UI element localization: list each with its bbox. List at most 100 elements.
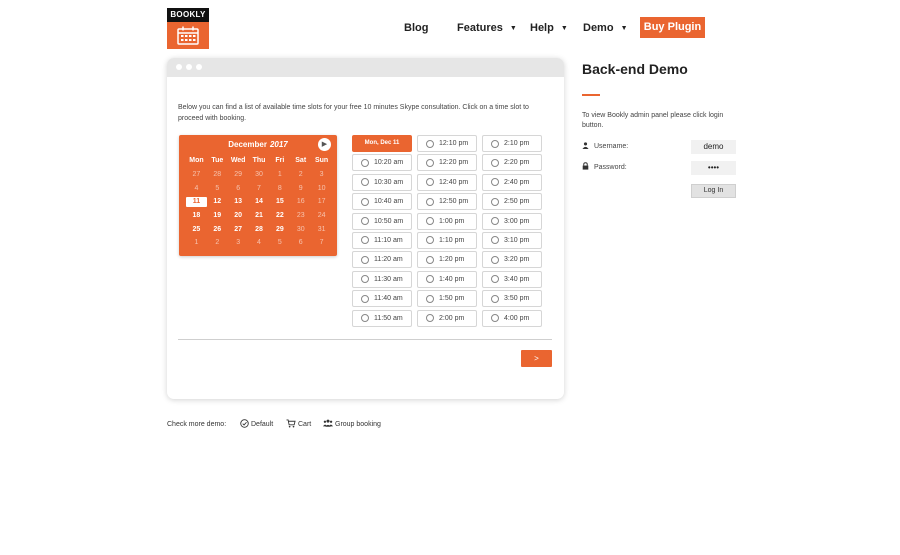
time-slot[interactable]: 2:00 pm <box>417 309 477 327</box>
calendar-day[interactable]: 1 <box>186 238 207 248</box>
calendar-day[interactable]: 13 <box>228 197 249 207</box>
calendar-day[interactable]: 21 <box>249 211 270 221</box>
calendar-day[interactable]: 29 <box>269 225 290 235</box>
calendar-day[interactable]: 31 <box>311 225 332 235</box>
time-slot[interactable]: 12:20 pm <box>417 154 477 172</box>
time-slot[interactable]: 3:00 pm <box>482 212 542 230</box>
next-step-button[interactable]: > <box>521 350 552 367</box>
calendar-day[interactable]: 5 <box>207 184 228 194</box>
window-dot-icon <box>176 64 182 70</box>
calendar-day[interactable]: 27 <box>186 170 207 180</box>
calendar-day[interactable]: 30 <box>249 170 270 180</box>
login-button[interactable]: Log In <box>691 184 736 198</box>
calendar-day[interactable]: 16 <box>290 197 311 207</box>
time-slot[interactable]: 12:50 pm <box>417 193 477 211</box>
calendar-day[interactable]: 2 <box>207 238 228 248</box>
calendar-day[interactable]: 10 <box>311 184 332 194</box>
demo-default-link[interactable]: Default <box>240 418 273 431</box>
time-slot[interactable]: 2:40 pm <box>482 173 542 191</box>
time-slot[interactable]: 2:10 pm <box>482 135 542 152</box>
calendar-day[interactable]: 27 <box>228 225 249 235</box>
calendar-day[interactable]: 15 <box>269 197 290 207</box>
calendar-day[interactable]: 14 <box>249 197 270 207</box>
calendar-day[interactable]: 28 <box>207 170 228 180</box>
calendar-day[interactable]: 25 <box>186 225 207 235</box>
calendar-day[interactable]: 5 <box>269 238 290 248</box>
calendar-day[interactable]: 28 <box>249 225 270 235</box>
time-slot-label: 3:50 pm <box>504 295 530 303</box>
calendar-day[interactable]: 12 <box>207 197 228 207</box>
time-slot[interactable]: 10:50 am <box>352 212 412 230</box>
time-slot[interactable]: 10:30 am <box>352 173 412 191</box>
calendar-day[interactable]: 19 <box>207 211 228 221</box>
time-slot[interactable]: 11:10 am <box>352 231 412 249</box>
calendar-day[interactable]: 20 <box>228 211 249 221</box>
time-slot-label: 2:20 pm <box>504 159 530 167</box>
nav-demo[interactable]: Demo ▼ <box>583 20 628 36</box>
demo-cart-link[interactable]: Cart <box>286 419 311 431</box>
slot-day-header: Mon, Dec 11 <box>352 135 412 152</box>
time-slot[interactable]: 4:00 pm <box>482 309 542 327</box>
backend-demo-title: Back-end Demo <box>582 61 688 77</box>
time-slot[interactable]: 11:20 am <box>352 251 412 269</box>
calendar-day[interactable]: 6 <box>228 184 249 194</box>
time-slot[interactable]: 3:10 pm <box>482 231 542 249</box>
time-slot[interactable]: 10:20 am <box>352 154 412 172</box>
time-slot[interactable]: 1:20 pm <box>417 251 477 269</box>
calendar-day[interactable]: 7 <box>311 238 332 248</box>
user-icon <box>582 142 589 149</box>
calendar-day[interactable]: 30 <box>290 225 311 235</box>
calendar-day[interactable]: 22 <box>269 211 290 221</box>
nav-blog[interactable]: Blog <box>404 20 428 36</box>
calendar-day[interactable]: 17 <box>311 197 332 207</box>
time-slot[interactable]: 1:50 pm <box>417 290 477 308</box>
time-slot[interactable]: 3:20 pm <box>482 251 542 269</box>
calendar-day[interactable]: 2 <box>290 170 311 180</box>
calendar-day[interactable]: 4 <box>249 238 270 248</box>
password-field[interactable]: •••• <box>691 161 736 175</box>
time-slot[interactable]: 1:00 pm <box>417 212 477 230</box>
calendar-day[interactable]: 23 <box>290 211 311 221</box>
time-slot[interactable]: 11:30 am <box>352 270 412 288</box>
time-slot[interactable]: 12:40 pm <box>417 173 477 191</box>
calendar-day[interactable]: 7 <box>249 184 270 194</box>
time-slot[interactable]: 3:40 pm <box>482 270 542 288</box>
time-slot[interactable]: 11:40 am <box>352 290 412 308</box>
time-slot[interactable]: 12:10 pm <box>417 135 477 152</box>
calendar-day[interactable]: 6 <box>290 238 311 248</box>
time-slot[interactable]: 10:40 am <box>352 193 412 211</box>
nav-features[interactable]: Features ▼ <box>457 20 517 36</box>
time-slot[interactable]: 1:10 pm <box>417 231 477 249</box>
demo-group-booking-link[interactable]: Group booking <box>323 419 381 431</box>
time-slot-label: 2:00 pm <box>439 314 465 322</box>
weekday-label: Sat <box>295 157 307 164</box>
calendar-day-selected[interactable]: 11 <box>186 197 207 207</box>
time-slot-column: Mon, Dec 11 10:20 am 10:30 am 10:40 am 1… <box>352 135 412 329</box>
radio-icon <box>426 197 434 206</box>
calendar-day[interactable]: 9 <box>290 184 311 194</box>
time-slot[interactable]: 2:50 pm <box>482 193 542 211</box>
time-slot[interactable]: 2:20 pm <box>482 154 542 172</box>
time-slot[interactable]: 11:50 am <box>352 309 412 327</box>
calendar-day[interactable]: 29 <box>228 170 249 180</box>
time-slot[interactable]: 3:50 pm <box>482 290 542 308</box>
divider <box>178 339 552 340</box>
calendar-day[interactable]: 8 <box>269 184 290 194</box>
weekday-label: Wed <box>230 157 246 164</box>
calendar-day[interactable]: 4 <box>186 184 207 194</box>
bookly-logo[interactable]: BOOKLY <box>167 8 209 49</box>
buy-plugin-button[interactable]: Buy Plugin <box>640 17 705 38</box>
calendar-day[interactable]: 3 <box>311 170 332 180</box>
calendar-day[interactable]: 3 <box>228 238 249 248</box>
calendar-day[interactable]: 18 <box>186 211 207 221</box>
nav-demo-label: Demo <box>583 22 614 34</box>
time-slot[interactable]: 1:40 pm <box>417 270 477 288</box>
nav-help[interactable]: Help ▼ <box>530 20 568 36</box>
time-slot-label: 11:50 am <box>374 314 403 322</box>
calendar-day[interactable]: 26 <box>207 225 228 235</box>
next-month-icon[interactable]: ▶ <box>318 138 331 151</box>
window-title-bar <box>167 58 564 77</box>
username-field[interactable]: demo <box>691 140 736 154</box>
calendar-day[interactable]: 1 <box>269 170 290 180</box>
calendar-day[interactable]: 24 <box>311 211 332 221</box>
